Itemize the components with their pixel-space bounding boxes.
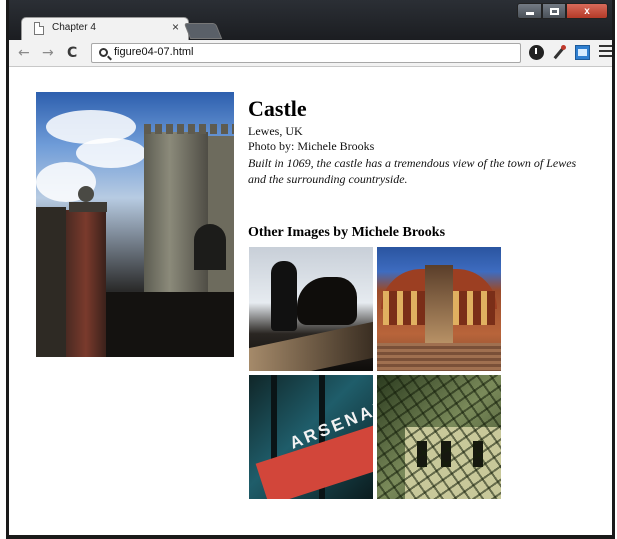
side-wall (36, 207, 66, 357)
browser-window: Chapter 4 × x ← → C figure04-07.html Cas… (6, 0, 615, 539)
back-button[interactable]: ← (18, 44, 30, 62)
tab-close-icon[interactable]: × (172, 20, 179, 34)
image-info: Castle Lewes, UK Photo by: Michele Brook… (248, 94, 588, 187)
battlements (144, 124, 234, 134)
other-images-heading: Other Images by Michele Brooks (248, 225, 446, 240)
address-bar[interactable]: figure04-07.html (91, 43, 521, 63)
pillar-cap (69, 202, 107, 212)
thumbnail-arsenal[interactable]: ARSENAL (249, 375, 373, 499)
maximize-icon (549, 7, 559, 15)
thumbnail-court[interactable] (377, 375, 501, 499)
castle-photo (36, 92, 234, 357)
image-description: Built in 1069, the castle has a tremendo… (248, 156, 577, 186)
eyedropper-icon[interactable] (552, 45, 567, 60)
extension-window-icon[interactable] (575, 45, 590, 60)
close-window-button[interactable]: x (566, 3, 608, 19)
thumbnail-hall[interactable] (377, 247, 501, 371)
horse-silhouette (297, 277, 357, 325)
cloud-shape (76, 138, 146, 168)
page-title: Castle (248, 96, 307, 121)
reload-button[interactable]: C (67, 44, 77, 62)
forward-button[interactable]: → (42, 44, 54, 62)
tab-title: Chapter 4 (52, 22, 96, 33)
minimize-icon (525, 12, 534, 15)
location-text: Lewes, UK (248, 124, 303, 138)
castle-tower (144, 132, 208, 302)
clock-icon[interactable] (529, 45, 544, 60)
new-tab-button[interactable] (183, 23, 223, 39)
maximize-button[interactable] (542, 3, 566, 19)
pillar-finial (78, 186, 94, 202)
statue-base (249, 321, 373, 371)
page-viewport: Castle Lewes, UK Photo by: Michele Brook… (9, 68, 612, 535)
castle-archway (194, 224, 226, 270)
menu-icon[interactable] (599, 45, 612, 60)
photo-credit: Photo by: Michele Brooks (248, 139, 375, 153)
page-icon (34, 22, 44, 35)
thumbnail-statue[interactable] (249, 247, 373, 371)
title-bar: Chapter 4 × x (9, 0, 612, 40)
url-text: figure04-07.html (114, 46, 194, 58)
minimize-button[interactable] (517, 3, 542, 19)
search-icon (99, 48, 108, 57)
hall-steps (377, 343, 501, 371)
glass-roof-grid (377, 375, 501, 499)
browser-toolbar: ← → C figure04-07.html (9, 40, 612, 67)
figure-silhouette (271, 261, 297, 331)
thumbnail-grid: ARSENAL (249, 247, 505, 503)
brick-pillar (66, 210, 106, 357)
tab-chapter-4[interactable]: Chapter 4 × (21, 17, 189, 40)
window-controls: x (517, 3, 608, 19)
